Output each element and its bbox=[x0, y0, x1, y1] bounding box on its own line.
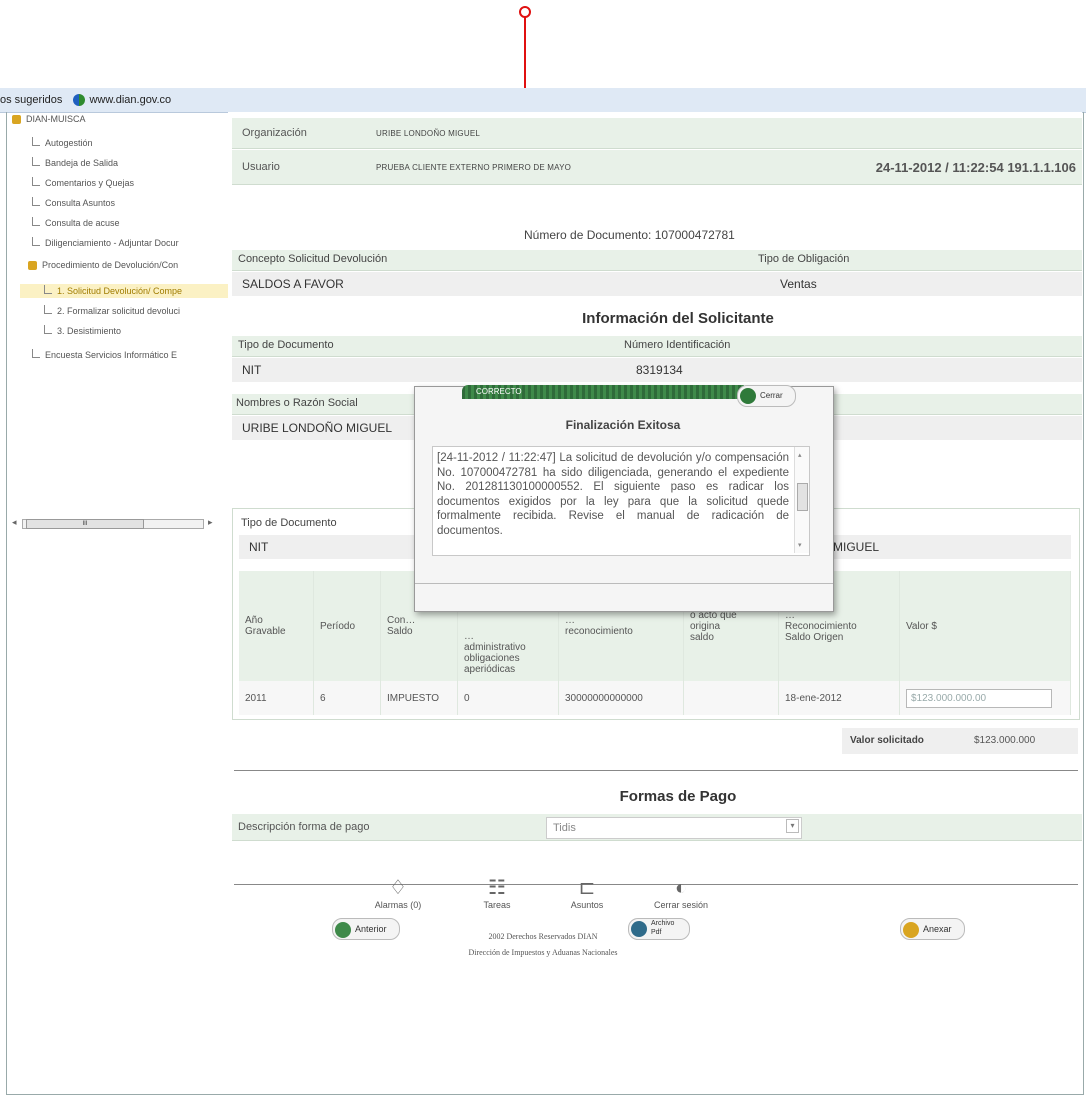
scroll-thumb[interactable]: III bbox=[26, 519, 144, 529]
dialog-scrollbar[interactable]: ▴ ▾ bbox=[794, 447, 809, 553]
folder-open-icon bbox=[28, 261, 37, 271]
power-icon: ◐ bbox=[674, 877, 688, 899]
col-anio: Año Gravable bbox=[239, 571, 314, 681]
dialog-title: Finalización Exitosa bbox=[565, 418, 681, 432]
sidebar-tree: DIAN-MUISCA Autogestión Bandeja de Salid… bbox=[6, 112, 228, 532]
sidebar-item-diligenciamiento[interactable]: Diligenciamiento - Adjuntar Docur bbox=[32, 236, 179, 250]
user-value: PRUEBA CLIENTE EXTERNO PRIMERO DE MAYO bbox=[376, 163, 572, 172]
favorite-link[interactable]: www.dian.gov.co bbox=[89, 94, 171, 106]
tipo-obligacion-label: Tipo de Obligación bbox=[758, 253, 850, 265]
concepto-value: SALDOS A FAVOR bbox=[242, 277, 344, 291]
sidebar-item-comentarios[interactable]: Comentarios y Quejas bbox=[32, 176, 134, 190]
dialog-message-box[interactable]: [24-11-2012 / 11:22:47] La solicitud de … bbox=[432, 446, 810, 556]
concepto-header-row: Concepto Solicitud Devolución Tipo de Ob… bbox=[232, 250, 1082, 271]
document-number: Número de Documento: 107000472781 bbox=[524, 228, 735, 242]
nombres-label: Nombres o Razón Social bbox=[236, 397, 358, 409]
concepto-label: Concepto Solicitud Devolución bbox=[238, 253, 388, 265]
cerrar-sesion-link[interactable]: ◐ Cerrar sesión bbox=[646, 876, 716, 910]
sidebar-item-consulta-asuntos[interactable]: Consulta Asuntos bbox=[32, 196, 115, 210]
scroll-right-icon[interactable]: ▸ bbox=[208, 517, 213, 528]
col-periodo: Período bbox=[313, 571, 381, 681]
dialog-scroll-thumb[interactable] bbox=[797, 483, 808, 511]
folder-icon: ⊏ bbox=[578, 877, 596, 899]
favorites-bar: os sugeridos www.dian.gov.co bbox=[0, 88, 1086, 113]
user-row: Usuario PRUEBA CLIENTE EXTERNO PRIMERO D… bbox=[232, 150, 1082, 185]
tipo-doc-value: NIT bbox=[242, 363, 262, 377]
bell-icon: ♢ bbox=[389, 877, 407, 899]
valor-solicitado-label: Valor solicitado bbox=[850, 735, 924, 746]
concepto-value-row: SALDOS A FAVOR Ventas bbox=[232, 272, 1082, 296]
favorites-label: os sugeridos bbox=[0, 94, 63, 106]
tareas-link[interactable]: ☷ Tareas bbox=[462, 876, 532, 910]
solicitante-header-row: Tipo de Documento Número Identificación bbox=[232, 336, 1082, 357]
sidebar-item-encuesta[interactable]: Encuesta Servicios Informático E bbox=[32, 348, 177, 362]
tree-root[interactable]: DIAN-MUISCA bbox=[12, 112, 86, 126]
solicitante-value-row: NIT 8319134 bbox=[232, 358, 1082, 382]
tasks-icon: ☷ bbox=[488, 877, 506, 899]
chevron-down-icon[interactable]: ▾ bbox=[786, 819, 799, 833]
tipo-doc-label: Tipo de Documento bbox=[238, 339, 334, 351]
globe-icon bbox=[73, 94, 86, 107]
name-partial: MIGUEL bbox=[833, 540, 880, 554]
dialog-title-bar: CORRECTO bbox=[462, 385, 744, 399]
sidebar-item-bandeja[interactable]: Bandeja de Salida bbox=[32, 156, 118, 170]
divider bbox=[234, 770, 1078, 771]
valor-solicitado-value: $123.000.000 bbox=[974, 735, 1036, 746]
org-value: URIBE LONDOÑO MIGUEL bbox=[376, 129, 481, 138]
tipo-obligacion-value: Ventas bbox=[780, 277, 817, 291]
asuntos-link[interactable]: ⊏ Asuntos bbox=[552, 876, 622, 910]
tipo-doc-label-2: Tipo de Documento bbox=[241, 517, 337, 529]
alarmas-link[interactable]: ♢ Alarmas (0) bbox=[363, 876, 433, 910]
nombres-value: URIBE LONDOÑO MIGUEL bbox=[242, 421, 393, 435]
copyright: 2002 Derechos Reservados DIAN bbox=[488, 932, 598, 941]
scroll-left-icon[interactable]: ◂ bbox=[12, 517, 17, 528]
valor-input[interactable]: $123.000.000.00 bbox=[906, 688, 1052, 708]
org-label: Organización bbox=[242, 127, 307, 139]
scroll-up-icon[interactable]: ▴ bbox=[798, 449, 802, 464]
formas-pago-title: Formas de Pago bbox=[619, 788, 737, 805]
sidebar-item-formalizar[interactable]: 2. Formalizar solicitud devoluci bbox=[44, 304, 180, 318]
sidebar-item-autogestion[interactable]: Autogestión bbox=[32, 136, 93, 150]
table-row: 2011 6 IMPUESTO 0 30000000000000 18-ene-… bbox=[239, 681, 1071, 715]
sidebar-item-procedimiento[interactable]: Procedimiento de Devolución/Con bbox=[28, 258, 178, 272]
entity-name: Dirección de Impuestos y Aduanas Naciona… bbox=[468, 948, 618, 957]
close-icon bbox=[740, 387, 756, 404]
solicitante-title: Información del Solicitante bbox=[582, 310, 774, 327]
user-label: Usuario bbox=[242, 161, 280, 173]
folder-icon bbox=[12, 115, 21, 125]
forma-pago-row: Descripción forma de pago Tidis ▾ bbox=[232, 814, 1082, 841]
num-id-label: Número Identificación bbox=[624, 339, 731, 351]
scroll-down-icon[interactable]: ▾ bbox=[798, 539, 802, 554]
sidebar-item-consulta-acuse[interactable]: Consulta de acuse bbox=[32, 216, 120, 230]
dialog-message: [24-11-2012 / 11:22:47] La solicitud de … bbox=[437, 452, 789, 537]
org-row: Organización URIBE LONDOÑO MIGUEL bbox=[232, 118, 1082, 149]
tipo-doc-value-2: NIT bbox=[249, 540, 269, 554]
num-id-value: 8319134 bbox=[636, 363, 683, 377]
sidebar-item-solicitud-devolucion[interactable]: 1. Solicitud Devolución/ Compe bbox=[20, 284, 228, 298]
session-info: 24-11-2012 / 11:22:54 191.1.1.106 bbox=[875, 160, 1076, 175]
sidebar-item-desistimiento[interactable]: 3. Desistimiento bbox=[44, 324, 121, 338]
forma-pago-select[interactable]: Tidis ▾ bbox=[546, 817, 802, 839]
valor-solicitado-row: Valor solicitado $123.000.000 bbox=[842, 728, 1078, 754]
sidebar-hscrollbar[interactable]: ◂ III ▸ bbox=[12, 516, 217, 530]
col-valor: Valor $ bbox=[899, 571, 1071, 681]
forma-pago-label: Descripción forma de pago bbox=[238, 821, 370, 833]
close-button[interactable]: Cerrar bbox=[737, 385, 796, 407]
